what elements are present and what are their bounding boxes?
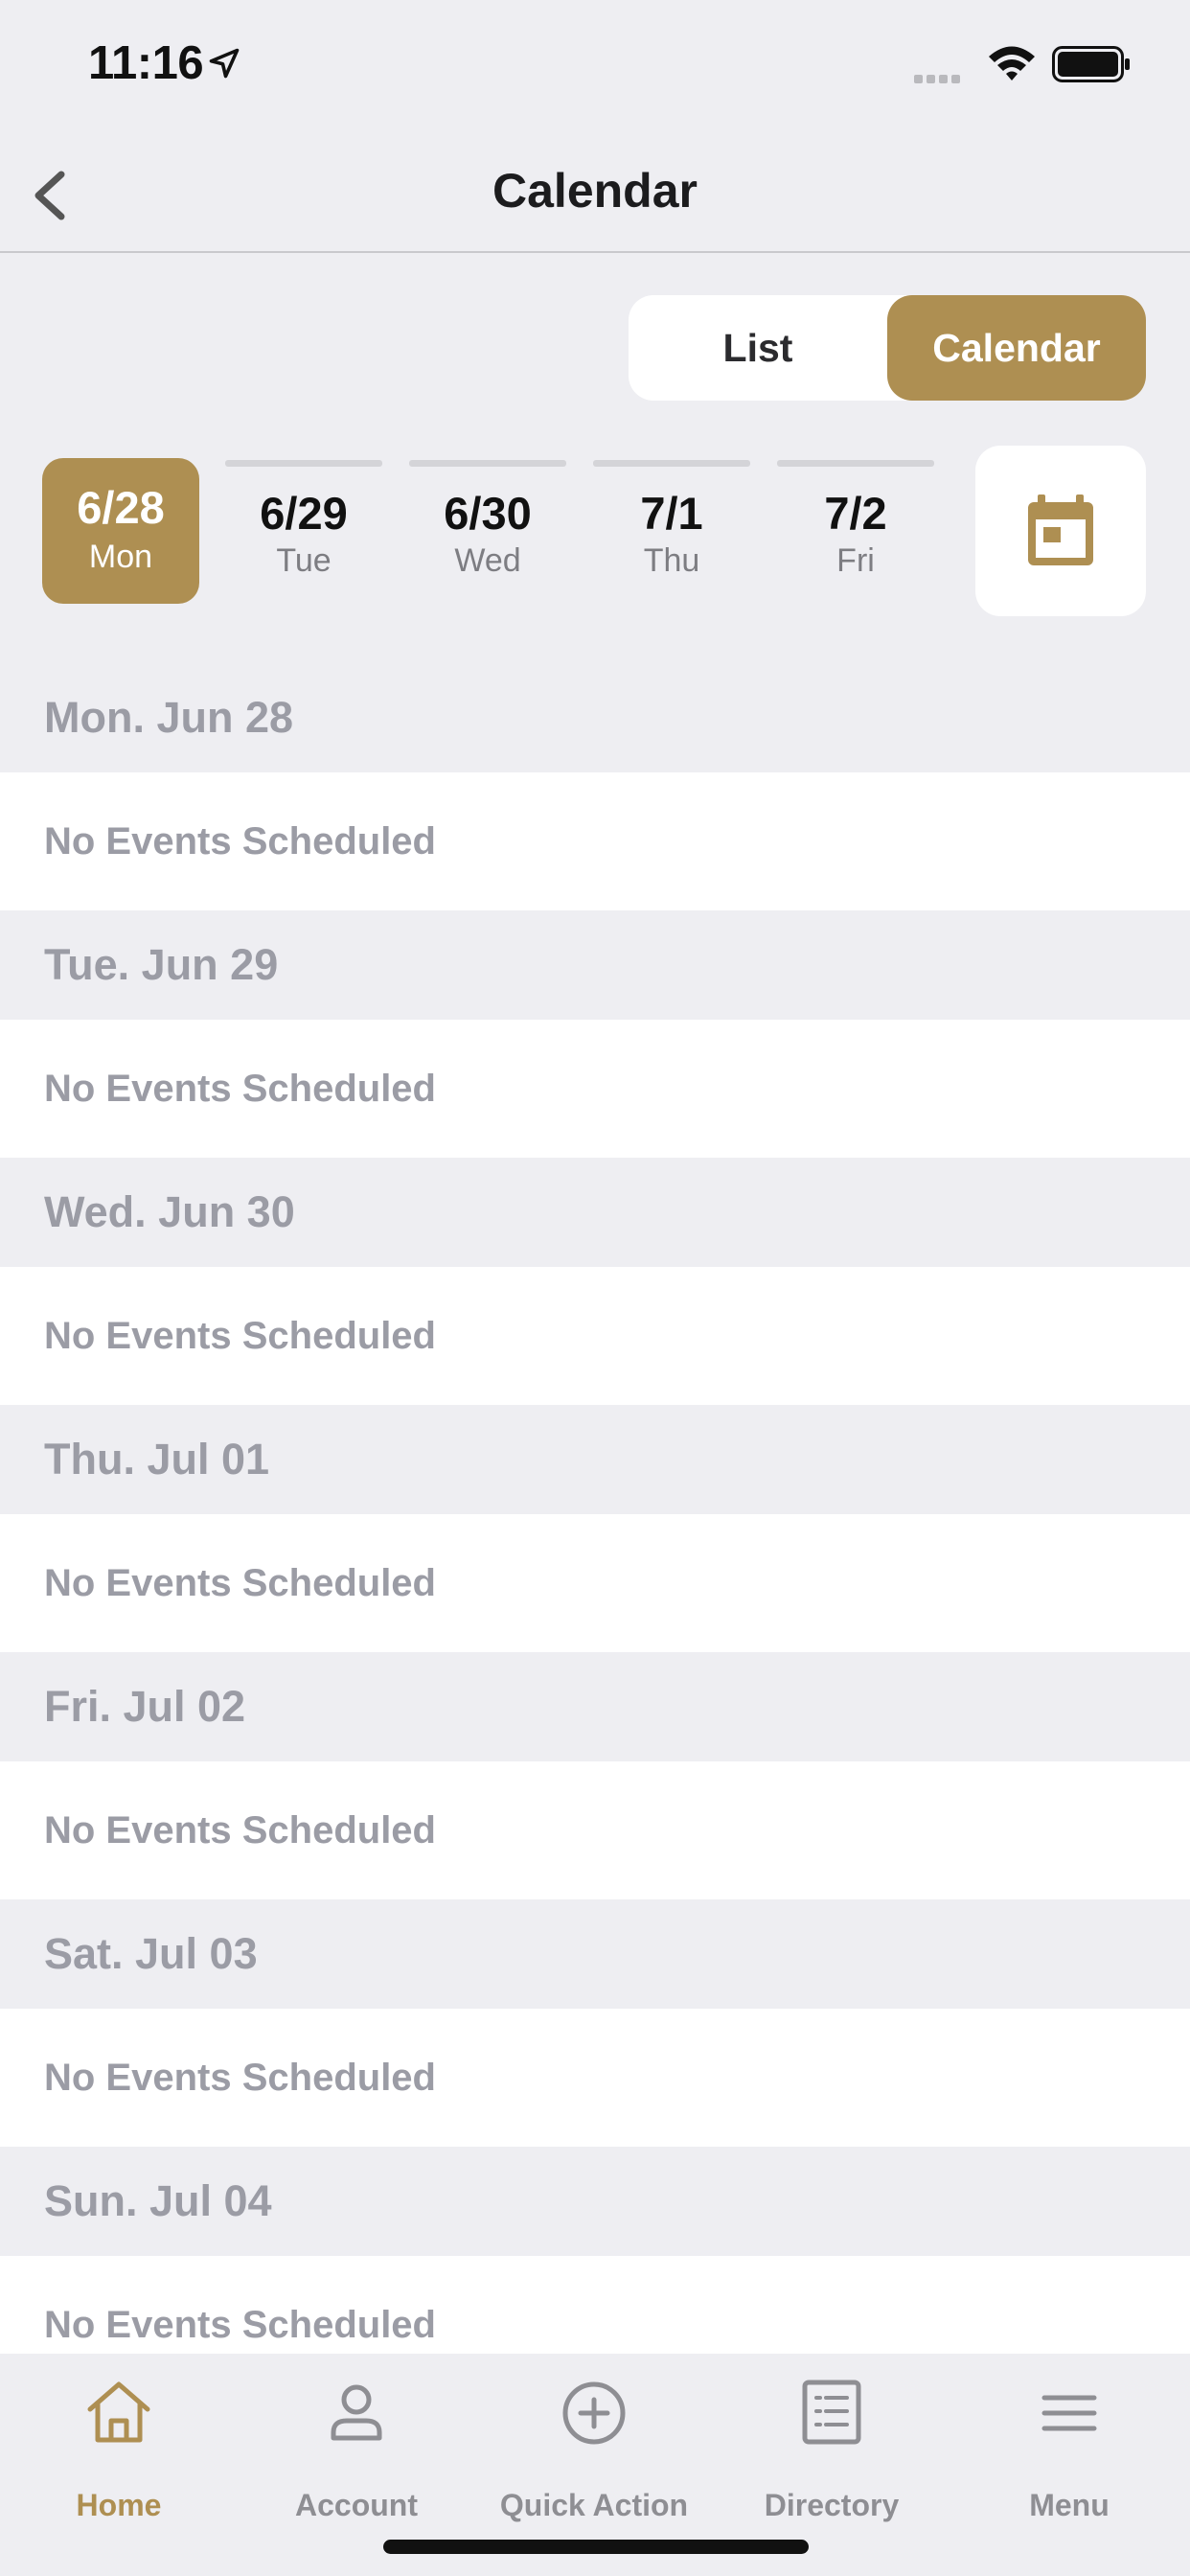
date-strip: 6/28 Mon 6/29 Tue 6/30 Wed 7/1 Thu 7/2 F… bbox=[42, 458, 934, 604]
date-indicator-bar bbox=[409, 460, 566, 467]
empty-day-message: No Events Scheduled bbox=[0, 1514, 1190, 1652]
date-indicator-bar bbox=[777, 460, 934, 467]
navigation-bar: Calendar bbox=[0, 126, 1190, 253]
day-list: Mon. Jun 28 No Events Scheduled Tue. Jun… bbox=[0, 663, 1190, 2394]
date-number: 7/2 bbox=[824, 488, 887, 539]
day-header: Mon. Jun 28 bbox=[0, 663, 1190, 772]
tab-label: Directory bbox=[764, 2488, 900, 2522]
hamburger-menu-icon bbox=[1041, 2395, 1097, 2431]
list-document-icon bbox=[802, 2380, 861, 2445]
date-item-6-30[interactable]: 6/30 Wed bbox=[409, 458, 566, 604]
tab-menu[interactable]: Menu bbox=[950, 2377, 1188, 2522]
date-number: 6/30 bbox=[444, 488, 532, 539]
user-icon bbox=[331, 2384, 382, 2441]
tab-label: Account bbox=[295, 2488, 418, 2522]
empty-day-message: No Events Scheduled bbox=[0, 1761, 1190, 1899]
tab-quick-action[interactable]: Quick Action bbox=[475, 2377, 713, 2522]
home-icon bbox=[87, 2381, 150, 2443]
date-number: 6/28 bbox=[77, 482, 165, 533]
date-number: 6/29 bbox=[260, 488, 348, 539]
status-time: 11:16 bbox=[88, 37, 204, 89]
empty-day-message: No Events Scheduled bbox=[0, 1020, 1190, 1158]
wifi-icon bbox=[989, 46, 1035, 80]
day-header: Sat. Jul 03 bbox=[0, 1899, 1190, 2009]
status-bar: 11:16 bbox=[0, 0, 1190, 126]
tab-label: Quick Action bbox=[499, 2488, 689, 2522]
day-header: Wed. Jun 30 bbox=[0, 1158, 1190, 1267]
date-item-6-28[interactable]: 6/28 Mon bbox=[42, 458, 199, 604]
battery-icon bbox=[1052, 46, 1130, 82]
empty-day-message: No Events Scheduled bbox=[0, 2009, 1190, 2147]
date-indicator-bar bbox=[593, 460, 750, 467]
location-arrow-icon bbox=[209, 48, 240, 79]
date-weekday: Fri bbox=[836, 542, 875, 579]
date-weekday: Tue bbox=[276, 542, 332, 579]
tab-bar: Home Account Quick Action Directory Menu bbox=[0, 2354, 1190, 2576]
day-header: Tue. Jun 29 bbox=[0, 910, 1190, 1020]
empty-day-message: No Events Scheduled bbox=[0, 772, 1190, 910]
tab-directory[interactable]: Directory bbox=[713, 2377, 950, 2522]
date-item-7-1[interactable]: 7/1 Thu bbox=[593, 458, 750, 604]
view-toggle: List Calendar bbox=[629, 295, 1146, 401]
tab-account[interactable]: Account bbox=[238, 2377, 475, 2522]
page-title: Calendar bbox=[492, 164, 698, 218]
day-header: Thu. Jul 01 bbox=[0, 1405, 1190, 1514]
calendar-icon bbox=[1028, 494, 1093, 565]
list-view-button[interactable]: List bbox=[629, 295, 887, 401]
tab-home[interactable]: Home bbox=[0, 2377, 238, 2522]
date-number: 7/1 bbox=[640, 488, 703, 539]
plus-circle-icon bbox=[562, 2381, 626, 2445]
day-header: Fri. Jul 02 bbox=[0, 1652, 1190, 1761]
date-item-7-2[interactable]: 7/2 Fri bbox=[777, 458, 934, 604]
date-indicator-bar bbox=[225, 460, 382, 467]
date-weekday: Thu bbox=[643, 542, 700, 579]
cellular-signal-icon bbox=[914, 71, 964, 88]
tab-label: Home bbox=[76, 2488, 162, 2522]
date-weekday: Mon bbox=[88, 539, 153, 575]
home-indicator bbox=[383, 2540, 809, 2554]
date-item-6-29[interactable]: 6/29 Tue bbox=[225, 458, 382, 604]
day-header: Sun. Jul 04 bbox=[0, 2147, 1190, 2256]
tab-label: Menu bbox=[1029, 2488, 1110, 2522]
calendar-view-button[interactable]: Calendar bbox=[887, 295, 1146, 401]
calendar-picker-button[interactable] bbox=[975, 446, 1146, 616]
empty-day-message: No Events Scheduled bbox=[0, 1267, 1190, 1405]
date-weekday: Wed bbox=[454, 542, 521, 579]
